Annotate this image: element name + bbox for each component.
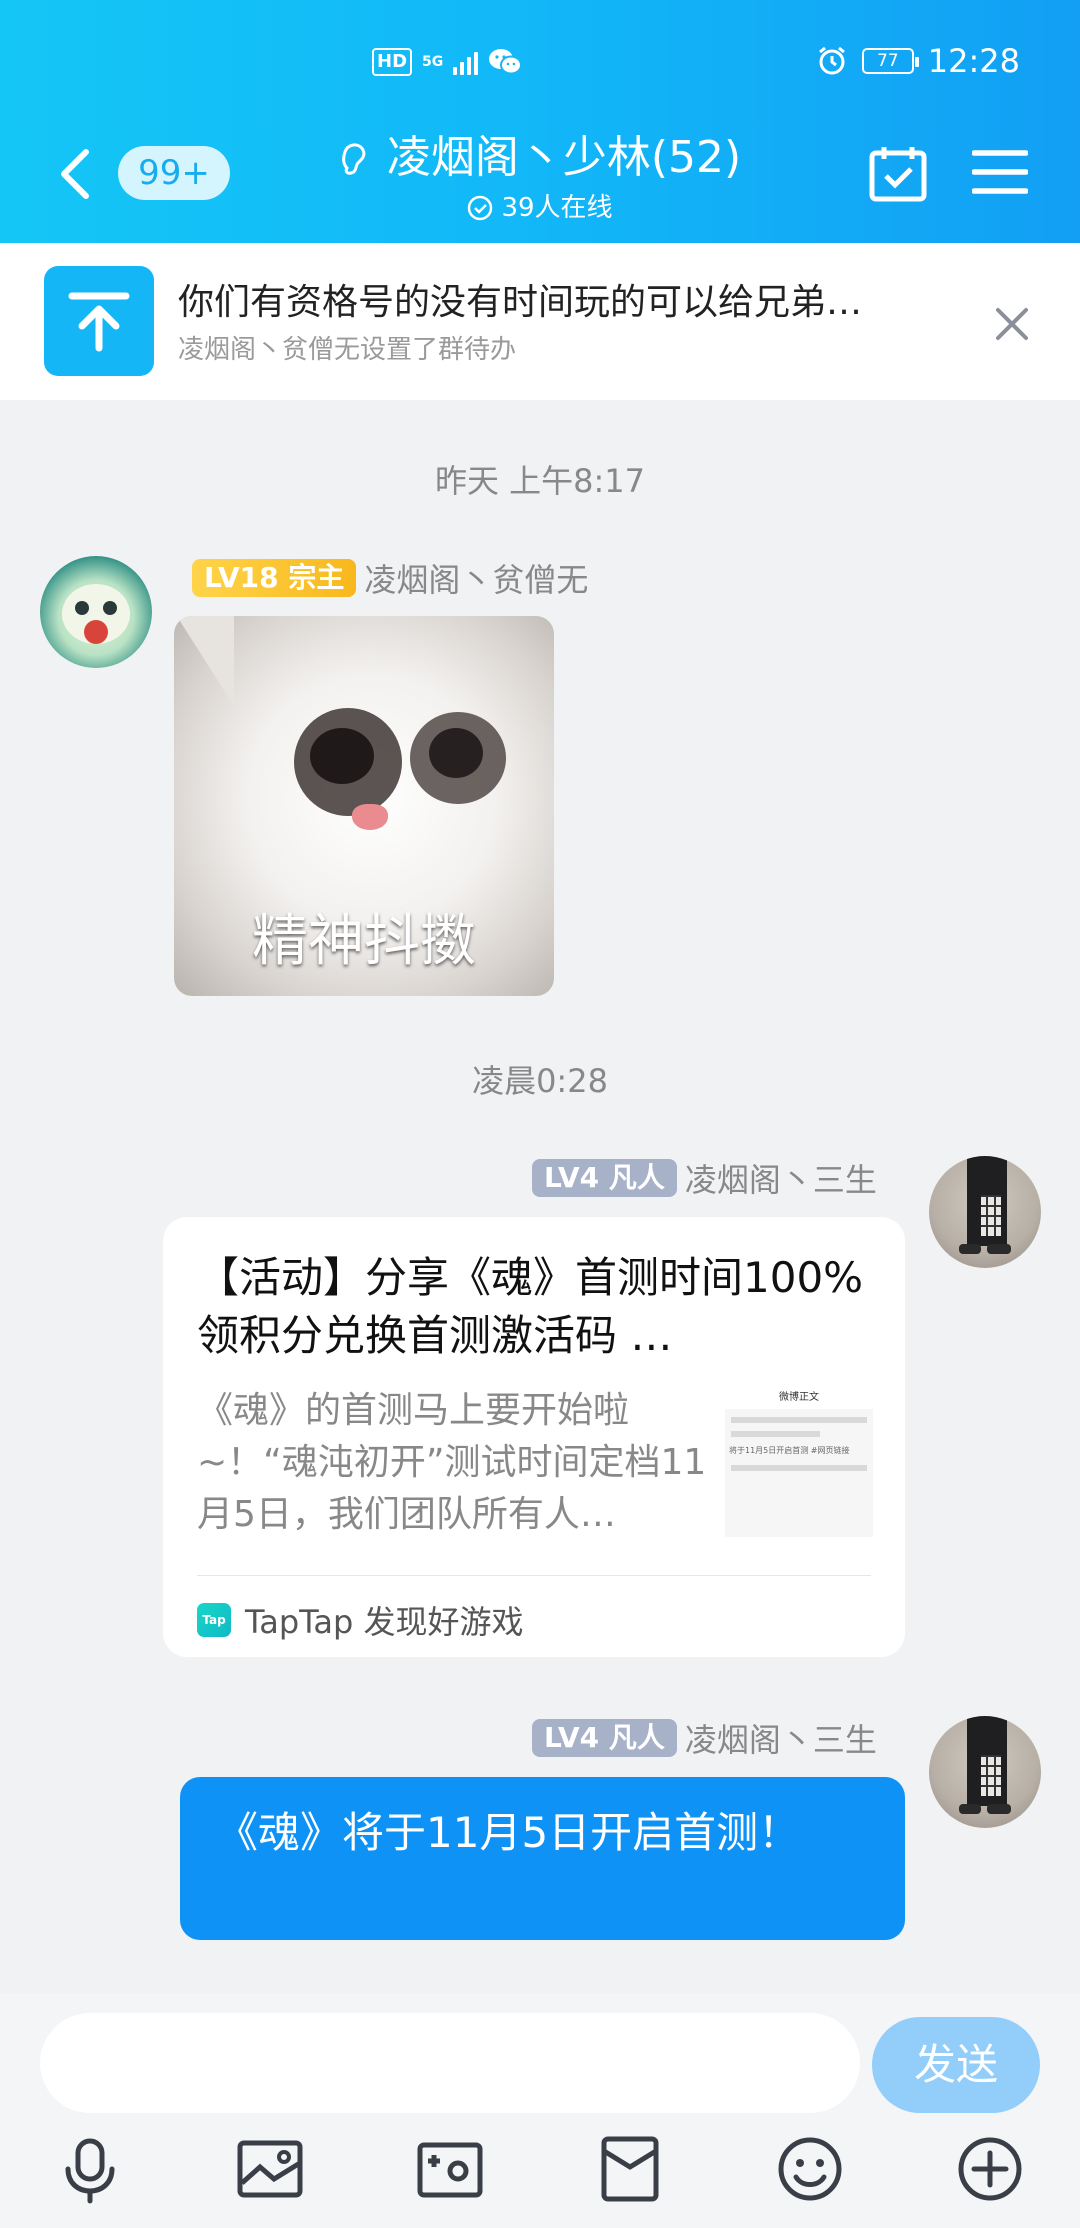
share-card-desc: 《魂》的首测马上要开始啦~！“魂沌初开”测试时间定档11月5日，我们团队所有人…	[197, 1390, 707, 1535]
online-check-icon	[468, 195, 493, 221]
send-button[interactable]: 发送	[872, 2017, 1040, 2113]
avatar[interactable]	[40, 556, 152, 668]
pin-top-icon	[44, 266, 154, 376]
level-badge: LV4 凡人	[532, 1719, 677, 1757]
group-name: 凌烟阁丶少林(52)	[386, 132, 742, 183]
timestamp: 凌晨0:28	[472, 1062, 608, 1100]
mic-icon[interactable]	[54, 2133, 126, 2205]
battery-indicator: 77	[861, 48, 919, 74]
avatar[interactable]	[929, 1156, 1041, 1268]
status-time: 12:28	[927, 42, 1020, 80]
message-input[interactable]	[40, 2013, 860, 2113]
level-badge: LV4 凡人	[532, 1159, 677, 1197]
online-count: 39人在线	[501, 193, 613, 223]
sender-meta: LV18 宗主 凌烟阁丶贫僧无	[192, 555, 588, 601]
calendar-check-icon[interactable]	[868, 143, 928, 203]
sender-meta: LV4 凡人 凌烟阁丶三生	[532, 1715, 877, 1761]
group-title-area[interactable]: 凌烟阁丶少林(52) 39人在线	[290, 128, 790, 226]
back-arrow-icon[interactable]	[56, 146, 96, 202]
menu-icon[interactable]	[972, 148, 1028, 196]
share-card[interactable]: 【活动】分享《魂》首测时间100%领积分兑换首测激活码 … 《魂》的首测马上要开…	[163, 1217, 905, 1657]
nav-bar: 99+ 凌烟阁丶少林(52) 39人在线	[0, 128, 1080, 223]
status-bar: HD 5G 77 12:28	[0, 38, 1080, 88]
sender-name[interactable]: 凌烟阁丶贫僧无	[364, 555, 588, 601]
share-card-thumbnail: 微博正文 将于11月5日开启首测 #网页链接	[725, 1387, 873, 1537]
sender-name[interactable]: 凌烟阁丶三生	[685, 1715, 877, 1761]
share-card-source: Tap TapTap 发现好游戏	[197, 1597, 524, 1643]
image-icon[interactable]	[234, 2133, 306, 2205]
red-packet-icon[interactable]	[594, 2133, 666, 2205]
sender-name[interactable]: 凌烟阁丶三生	[685, 1155, 877, 1201]
notice-text: 你们有资格号的没有时间玩的可以给兄弟…	[178, 282, 863, 323]
chat-header: HD 5G 77 12:28 99+ 凌烟阁丶少林(52) 39人在线	[0, 0, 1080, 243]
close-icon[interactable]	[994, 306, 1030, 342]
camera-icon[interactable]	[414, 2133, 486, 2205]
divider	[197, 1575, 871, 1576]
ear-icon	[342, 143, 366, 175]
network-type: 5G	[422, 54, 444, 70]
avatar[interactable]	[929, 1716, 1041, 1828]
timestamp: 昨天 上午8:17	[434, 462, 646, 500]
signal-icon	[453, 49, 479, 75]
hd-indicator: HD	[372, 48, 413, 76]
sticker-caption: 精神抖擞	[252, 909, 476, 974]
plus-icon[interactable]	[954, 2133, 1026, 2205]
text-message-bubble[interactable]: 《魂》将于11月5日开启首测！	[180, 1777, 905, 1940]
input-bar: 发送	[0, 1993, 1080, 2228]
emoji-icon[interactable]	[774, 2133, 846, 2205]
pinned-todo-banner[interactable]: 你们有资格号的没有时间玩的可以给兄弟… 凌烟阁丶贫僧无设置了群待办	[0, 243, 1080, 400]
unread-count-badge[interactable]: 99+	[118, 146, 230, 200]
level-badge: LV18 宗主	[192, 559, 357, 597]
sender-meta: LV4 凡人 凌烟阁丶三生	[532, 1155, 877, 1201]
share-card-title: 【活动】分享《魂》首测时间100%领积分兑换首测激活码 …	[197, 1253, 864, 1360]
taptap-logo-icon: Tap	[197, 1603, 231, 1637]
alarm-icon	[818, 46, 845, 75]
sticker-image[interactable]: 精神抖擞	[174, 616, 554, 996]
notice-subtext: 凌烟阁丶贫僧无设置了群待办	[178, 335, 517, 365]
wechat-icon	[489, 49, 523, 75]
